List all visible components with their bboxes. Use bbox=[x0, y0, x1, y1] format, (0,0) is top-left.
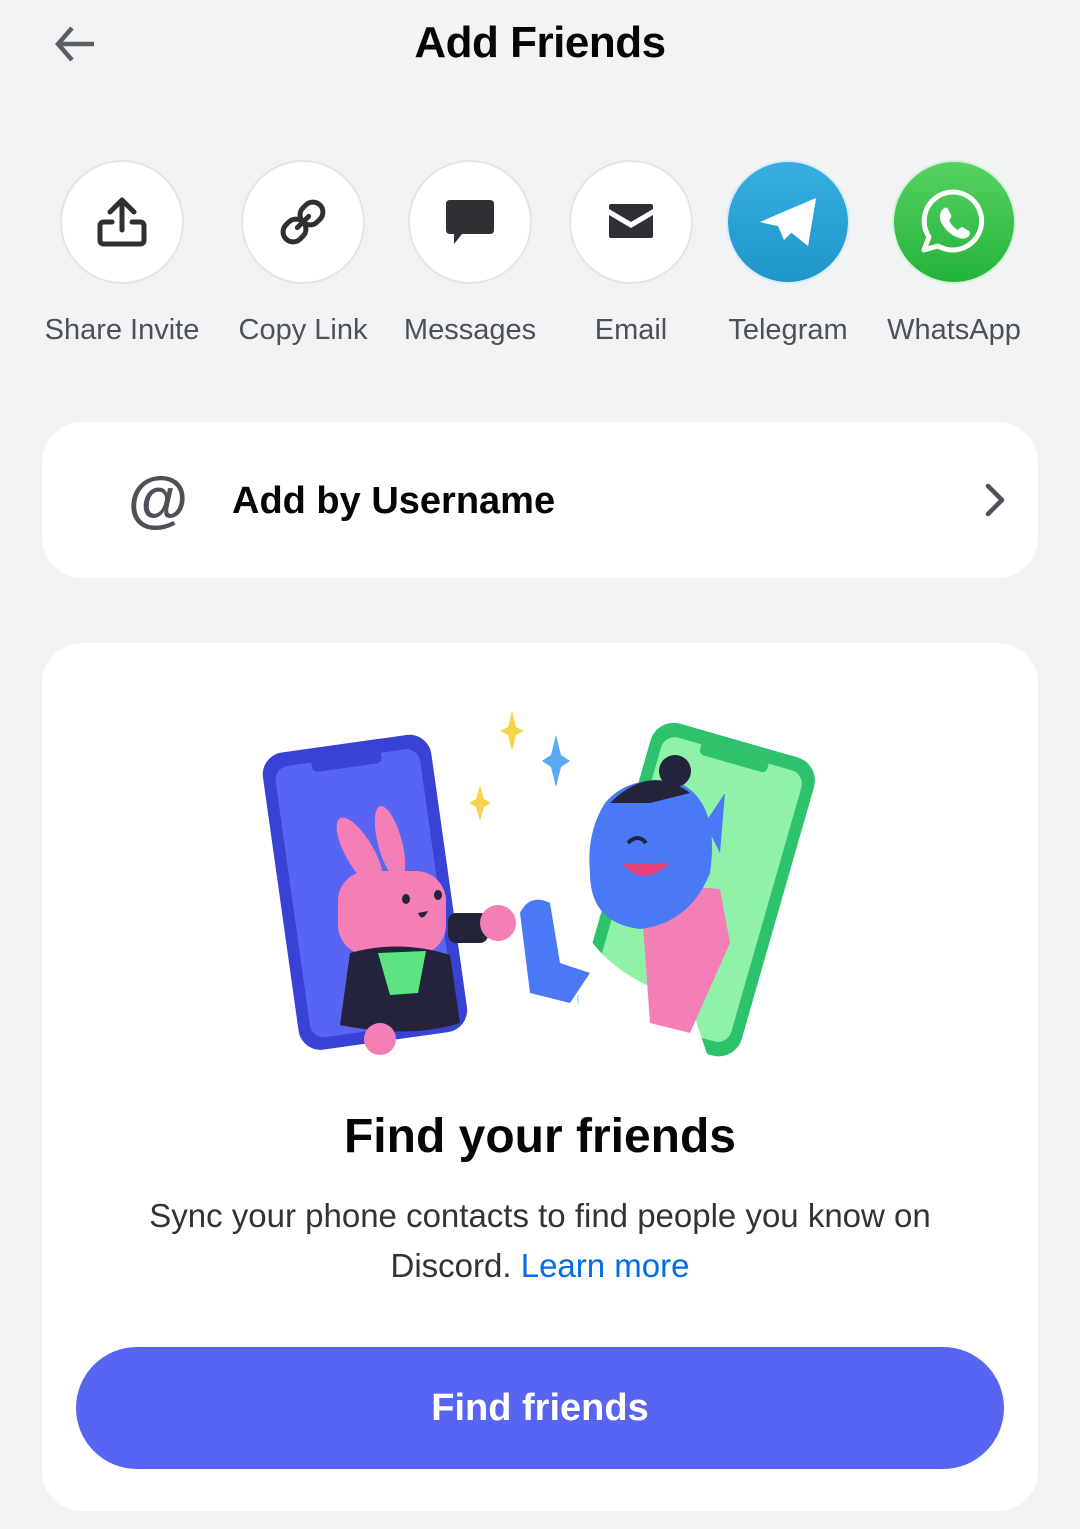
find-friends-card: Find your friends Sync your phone contac… bbox=[42, 643, 1038, 1511]
messages-circle bbox=[408, 160, 532, 284]
share-invite-button[interactable]: Share Invite bbox=[37, 160, 207, 347]
sparkle-blue bbox=[542, 735, 570, 787]
learn-more-link[interactable]: Learn more bbox=[521, 1247, 690, 1284]
envelope-icon bbox=[609, 204, 653, 238]
messages-label: Messages bbox=[403, 314, 537, 346]
copy-link-circle bbox=[241, 160, 365, 284]
email-circle bbox=[569, 160, 693, 284]
whatsapp-circle bbox=[892, 160, 1016, 284]
chat-bubble-icon bbox=[446, 200, 494, 244]
messages-button[interactable]: Messages bbox=[385, 160, 555, 347]
email-label: Email bbox=[594, 314, 668, 346]
find-friends-description: Sync your phone contacts to find people … bbox=[142, 1191, 938, 1291]
whatsapp-button[interactable]: WhatsApp bbox=[869, 160, 1039, 347]
find-friends-button[interactable]: Find friends bbox=[76, 1347, 1004, 1469]
sparkle-yellow-2 bbox=[469, 785, 491, 821]
copy-link-label: Copy Link bbox=[238, 314, 368, 346]
share-options: Share Invite Copy Link Messages Email Te… bbox=[0, 160, 1080, 360]
copy-link-button[interactable]: Copy Link bbox=[218, 160, 388, 347]
telegram-label: Telegram bbox=[728, 314, 848, 346]
share-invite-label: Share Invite bbox=[44, 314, 200, 346]
telegram-circle bbox=[726, 160, 850, 284]
telegram-button[interactable]: Telegram bbox=[703, 160, 873, 347]
header: Add Friends bbox=[0, 0, 1080, 100]
friends-illustration bbox=[262, 711, 815, 1063]
chevron-right-icon bbox=[985, 483, 1005, 517]
page-title: Add Friends bbox=[414, 18, 666, 67]
at-icon: @ bbox=[127, 465, 189, 534]
share-upload-icon bbox=[97, 197, 147, 247]
add-by-username-label: Add by Username bbox=[232, 480, 556, 522]
share-invite-circle bbox=[60, 160, 184, 284]
add-by-username-row[interactable]: @ Add by Username bbox=[42, 422, 1038, 578]
link-icon bbox=[280, 199, 326, 245]
whatsapp-label: WhatsApp bbox=[887, 314, 1021, 346]
sparkle-yellow-1 bbox=[500, 711, 524, 751]
email-button[interactable]: Email bbox=[546, 160, 716, 347]
find-friends-title: Find your friends bbox=[343, 1110, 736, 1163]
whatsapp-icon bbox=[921, 189, 985, 253]
telegram-icon bbox=[760, 198, 816, 246]
